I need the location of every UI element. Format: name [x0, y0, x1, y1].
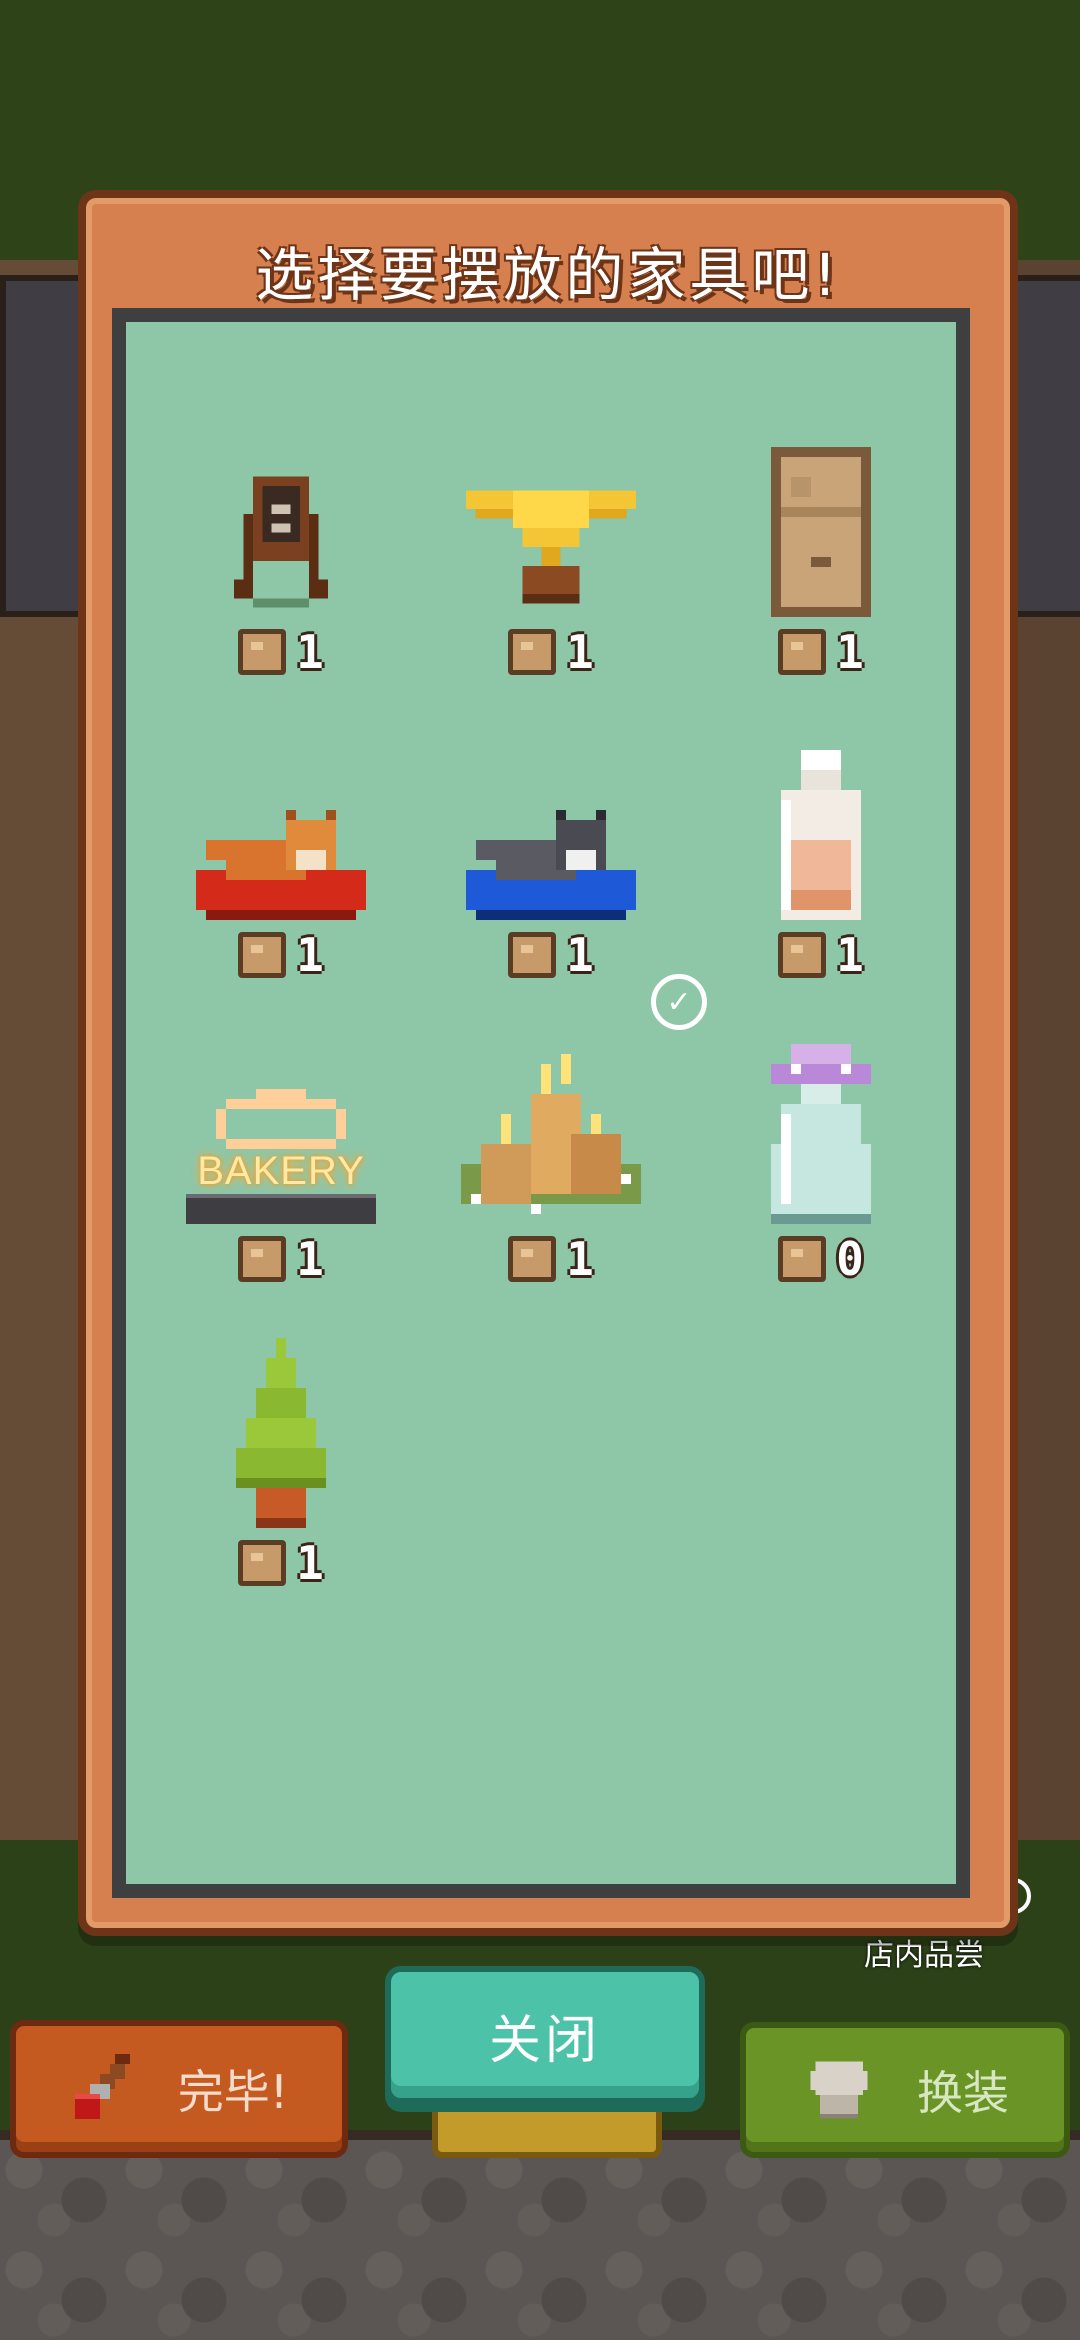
item-count: 1	[296, 928, 324, 982]
item-count: 1	[296, 1536, 324, 1590]
furniture-item[interactable]: 1	[421, 1024, 681, 1286]
furniture-item[interactable]: BAKERY 1	[151, 1024, 411, 1286]
bakery-neon-sign-icon: BAKERY	[151, 1024, 411, 1224]
box-icon	[508, 932, 557, 978]
furniture-item-selected[interactable]: ✓ 0	[651, 974, 951, 1286]
box-icon	[508, 1236, 557, 1282]
pine-tree-icon	[236, 1338, 326, 1528]
item-count: 1	[566, 625, 594, 679]
selected-check-icon: ✓	[651, 974, 707, 1030]
item-count: 0	[836, 1232, 864, 1286]
furniture-item[interactable]: 1	[151, 1328, 411, 1590]
box-icon	[508, 629, 557, 675]
stump-candles-icon	[461, 1054, 641, 1214]
box-icon	[778, 932, 827, 978]
cardboard-box-icon	[771, 447, 871, 617]
bread-neon-icon	[216, 1089, 346, 1149]
furniture-item[interactable]: 1	[691, 417, 951, 679]
ufo-glass-jar-icon	[771, 1044, 871, 1224]
swap-outfit-button[interactable]: 换装	[740, 2022, 1070, 2158]
shiba-cushion-icon	[196, 810, 366, 920]
paint-brush-icon	[74, 2054, 130, 2119]
box-icon	[238, 1236, 287, 1282]
sandwich-board-icon	[234, 476, 328, 608]
item-count: 1	[296, 1232, 324, 1286]
close-button-label: 关闭	[488, 2010, 601, 2071]
item-count: 1	[566, 1232, 594, 1286]
dialog-title: 选择要摆放的家具吧!	[255, 241, 841, 309]
furniture-item[interactable]: 1	[151, 417, 411, 679]
bakery-sign-text: BAKERY	[197, 1149, 365, 1193]
swap-button-label: 换装	[917, 2066, 1009, 2120]
box-icon	[238, 629, 287, 675]
box-icon	[238, 1540, 287, 1586]
furniture-item[interactable]: 1	[421, 720, 681, 982]
shop-tasting-label[interactable]: 店内品尝	[864, 1930, 984, 1974]
furniture-item[interactable]: 1	[421, 417, 681, 679]
item-count: 1	[836, 928, 864, 982]
furniture-item[interactable]: 1	[151, 720, 411, 982]
chef-hat-icon	[810, 2061, 868, 2119]
box-icon	[238, 932, 287, 978]
item-count: 1	[836, 625, 864, 679]
golden-heart-trophy-icon	[466, 490, 636, 604]
item-count: 1	[296, 625, 324, 679]
finish-button[interactable]: 完毕!	[10, 2020, 348, 2158]
furniture-select-dialog: 选择要摆放的家具吧! 1 1 1 1 1 1 BAKERY 1 1 ✓ 0 1	[78, 190, 1018, 1936]
box-icon	[778, 629, 827, 675]
milk-bottle-icon	[781, 750, 861, 920]
finish-button-label: 完毕!	[177, 2065, 289, 2119]
furniture-grid: 1 1 1 1 1 1 BAKERY 1 1 ✓ 0 1	[112, 308, 970, 1898]
husky-cushion-icon	[466, 810, 636, 920]
box-icon	[778, 1236, 827, 1282]
furniture-item[interactable]: 1	[691, 720, 951, 982]
item-count: 1	[566, 928, 594, 982]
close-button[interactable]: 关闭	[385, 1966, 705, 2104]
